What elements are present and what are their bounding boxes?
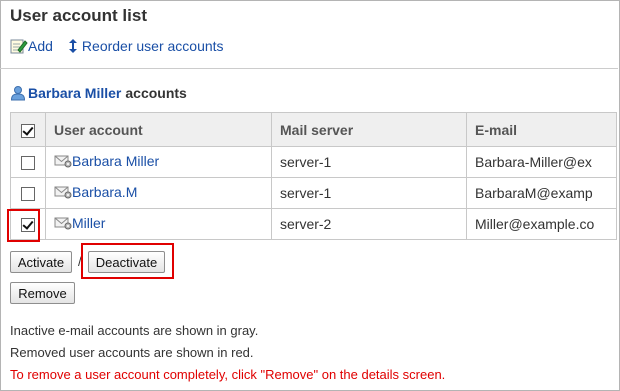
reorder-link[interactable]: Reorder user accounts xyxy=(67,38,224,54)
row-checkbox[interactable] xyxy=(21,156,35,171)
account-table: User account Mail server E-mail Barbara … xyxy=(10,112,617,240)
server-cell: server-1 xyxy=(271,177,467,209)
add-label: Add xyxy=(28,38,53,54)
pencil-note-icon xyxy=(10,39,28,54)
section-suffix: accounts xyxy=(125,85,187,101)
note-inactive: Inactive e-mail accounts are shown in gr… xyxy=(10,323,259,338)
account-link[interactable]: Barbara Miller xyxy=(54,153,159,169)
row-checkbox-cell xyxy=(10,146,46,178)
row-checkbox[interactable] xyxy=(21,187,35,202)
note-removed: Removed user accounts are shown in red. xyxy=(10,345,254,360)
email-cell: Barbara-Miller@ex xyxy=(466,146,617,178)
section-heading: Barbara Miller accounts xyxy=(10,85,187,101)
account-link[interactable]: Barbara.M xyxy=(54,184,137,200)
table-row: Miller server-2 Miller@example.co xyxy=(10,208,617,240)
checkbox-highlight xyxy=(7,209,40,242)
select-all-cell xyxy=(10,112,46,147)
table-row: Barbara Miller server-1 Barbara-Miller@e… xyxy=(10,146,617,178)
notes: Inactive e-mail accounts are shown in gr… xyxy=(10,320,445,386)
account-name: Barbara.M xyxy=(72,184,138,200)
email-cell: Miller@example.co xyxy=(466,208,617,240)
divider xyxy=(0,68,618,69)
column-header-account[interactable]: User account xyxy=(45,112,272,147)
table-row: Barbara.M server-1 BarbaraM@examp xyxy=(10,177,617,209)
mail-gear-icon xyxy=(54,186,72,199)
remove-button[interactable]: Remove xyxy=(10,282,75,304)
column-header-server[interactable]: Mail server xyxy=(271,112,467,147)
page-title: User account list xyxy=(10,6,147,25)
mail-gear-icon xyxy=(54,217,72,230)
account-name: Barbara Miller xyxy=(72,153,160,169)
account-cell: Barbara Miller xyxy=(45,146,272,178)
account-name: Miller xyxy=(72,215,106,231)
person-icon xyxy=(10,86,26,101)
select-all-checkbox[interactable] xyxy=(21,123,35,138)
activate-button[interactable]: Activate xyxy=(10,251,72,273)
table-header-row: User account Mail server E-mail xyxy=(10,112,617,147)
reorder-label: Reorder user accounts xyxy=(81,38,224,54)
user-name-link[interactable]: Barbara Miller xyxy=(28,85,121,101)
deactivate-highlight xyxy=(81,243,174,279)
email-cell: BarbaraM@examp xyxy=(466,177,617,209)
account-cell: Barbara.M xyxy=(45,177,272,209)
server-cell: server-2 xyxy=(271,208,467,240)
server-cell: server-1 xyxy=(271,146,467,178)
column-header-email[interactable]: E-mail xyxy=(466,112,617,147)
toolbar: Add Reorder user accounts xyxy=(10,38,224,54)
account-cell: Miller xyxy=(45,208,272,240)
up-down-arrow-icon xyxy=(68,39,77,53)
add-link[interactable]: Add xyxy=(10,38,53,54)
row-checkbox-cell xyxy=(10,177,46,209)
account-link[interactable]: Miller xyxy=(54,215,105,231)
note-remove-instruction: To remove a user account completely, cli… xyxy=(10,367,446,382)
mail-gear-icon xyxy=(54,155,72,168)
